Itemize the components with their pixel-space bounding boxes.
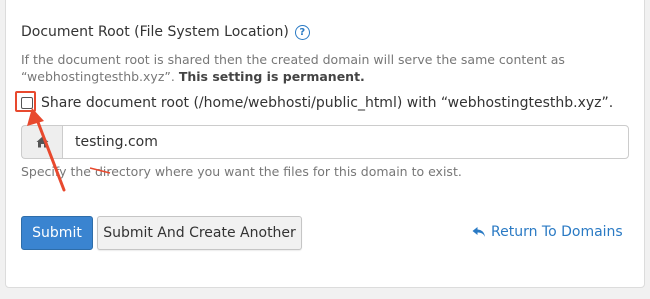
help-line-2: “webhostingtesthb.xyz”. This setting is … — [21, 68, 565, 85]
submit-button[interactable]: Submit — [21, 216, 93, 250]
help-line-2-prefix: “webhostingtesthb.xyz”. — [21, 69, 179, 84]
section-title-text: Document Root (File System Location) — [21, 24, 289, 40]
return-to-domains-label[interactable]: Return To Domains — [491, 224, 623, 240]
submit-and-create-another-button[interactable]: Submit And Create Another — [97, 216, 302, 250]
document-root-help: If the document root is shared then the … — [21, 51, 565, 85]
section-title: Document Root (File System Location) ? — [21, 24, 310, 40]
directory-help-text: Specify the directory where you want the… — [21, 164, 462, 179]
help-line-1: If the document root is shared then the … — [21, 52, 565, 67]
document-root-input-group: testing.com — [21, 125, 629, 159]
home-addon — [21, 125, 62, 159]
permanent-warning: This setting is permanent. — [178, 69, 365, 84]
reply-icon — [472, 227, 485, 237]
document-root-input[interactable]: testing.com — [62, 125, 629, 159]
share-document-root-checkbox[interactable] — [21, 97, 33, 109]
home-icon — [36, 136, 48, 148]
question-circle-icon[interactable]: ? — [294, 24, 310, 40]
share-document-root-label[interactable]: Share document root (/home/webhosti/publ… — [41, 95, 613, 111]
return-to-domains-link[interactable]: Return To Domains — [472, 224, 623, 240]
share-document-root-row[interactable]: Share document root (/home/webhosti/publ… — [21, 95, 613, 111]
